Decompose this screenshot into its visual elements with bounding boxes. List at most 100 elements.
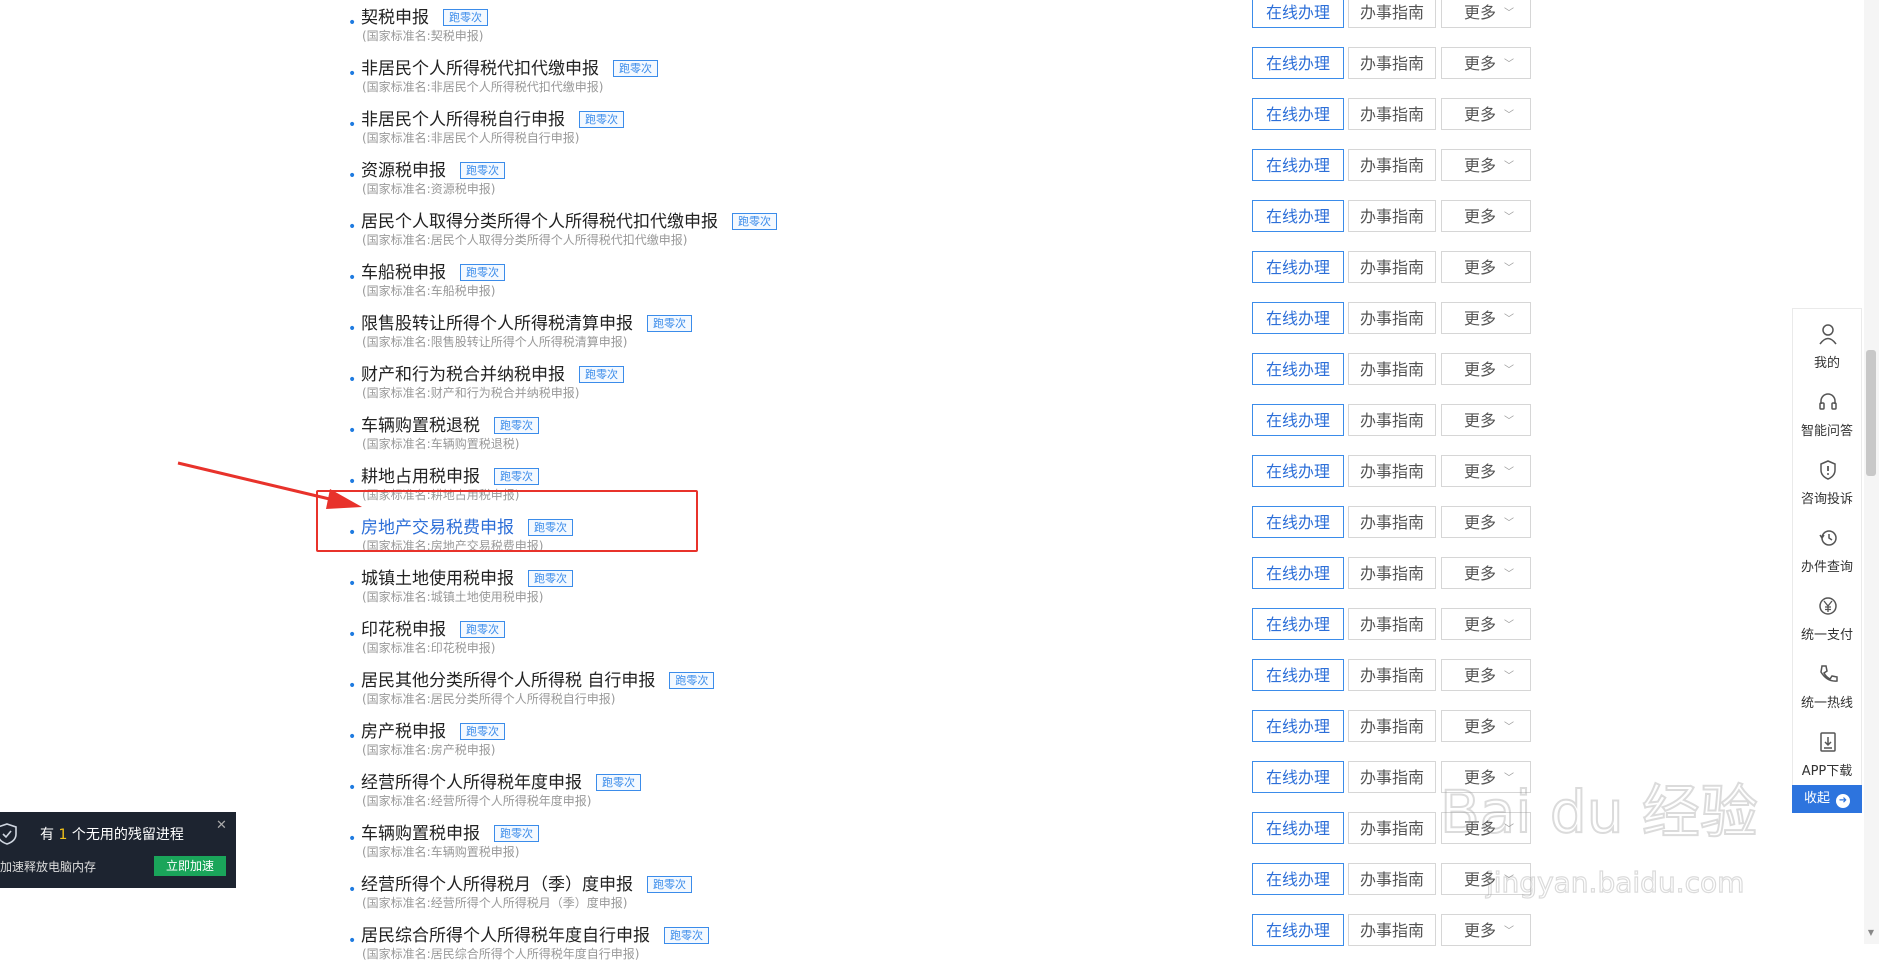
online-handle-button[interactable]: 在线办理 (1252, 557, 1344, 589)
chevron-down-icon: ﹀ (1504, 416, 1515, 427)
service-title[interactable]: 非居民个人所得税自行申报 跑零次 (361, 108, 624, 132)
user-icon (1819, 324, 1837, 345)
service-title[interactable]: 居民其他分类所得个人所得税 自行申报 跑零次 (361, 669, 715, 693)
guide-button[interactable]: 办事指南 (1348, 98, 1436, 130)
sidebar-item-hotline[interactable]: 统一热线 (1793, 657, 1861, 717)
service-title[interactable]: 契税申报 跑零次 (361, 6, 488, 30)
sidebar-item-app-download[interactable]: APP下载 (1793, 725, 1861, 785)
more-button[interactable]: 更多 ﹀ (1441, 557, 1531, 589)
bullet: • (348, 678, 357, 694)
guide-button[interactable]: 办事指南 (1348, 404, 1436, 436)
more-button[interactable]: 更多 ﹀ (1441, 455, 1531, 487)
guide-button[interactable]: 办事指南 (1348, 302, 1436, 334)
more-button[interactable]: 更多 ﹀ (1441, 251, 1531, 283)
more-button[interactable]: 更多 ﹀ (1441, 506, 1531, 538)
more-button[interactable]: 更多 ﹀ (1441, 0, 1531, 28)
guide-button[interactable]: 办事指南 (1348, 200, 1436, 232)
close-icon[interactable]: ✕ (216, 818, 227, 833)
standard-name: (国家标准名:资源税申报) (362, 182, 496, 196)
more-button[interactable]: 更多 ﹀ (1441, 302, 1531, 334)
service-title[interactable]: 经营所得个人所得税年度申报 跑零次 (361, 771, 641, 795)
guide-button[interactable]: 办事指南 (1348, 863, 1436, 895)
service-title[interactable]: 资源税申报 跑零次 (361, 159, 505, 183)
scroll-down-icon[interactable]: ▼ (1866, 928, 1876, 938)
guide-button[interactable]: 办事指南 (1348, 557, 1436, 589)
guide-button[interactable]: 办事指南 (1348, 659, 1436, 691)
zero-trip-badge: 跑零次 (647, 876, 692, 893)
service-title[interactable]: 经营所得个人所得税月（季）度申报 跑零次 (361, 873, 692, 897)
guide-button[interactable]: 办事指南 (1348, 812, 1436, 844)
boost-now-button[interactable]: 立即加速 (154, 856, 226, 876)
guide-button[interactable]: 办事指南 (1348, 506, 1436, 538)
list-item: • 资源税申报 跑零次 (国家标准名:资源税申报) 在线办理 办事指南 更多 ﹀ (0, 149, 1879, 212)
service-title[interactable]: 财产和行为税合并纳税申报 跑零次 (361, 363, 624, 387)
bullet: • (348, 780, 357, 796)
process-cleanup-popup: 有 1 个无用的残留进程 ✕ 加速释放电脑内存 立即加速 (0, 812, 236, 888)
chevron-down-icon: ﹀ (1504, 671, 1515, 682)
more-button[interactable]: 更多 ﹀ (1441, 47, 1531, 79)
guide-button[interactable]: 办事指南 (1348, 0, 1436, 28)
online-handle-button[interactable]: 在线办理 (1252, 608, 1344, 640)
standard-name: (国家标准名:印花税申报) (362, 641, 496, 655)
online-handle-button[interactable]: 在线办理 (1252, 353, 1344, 385)
service-title[interactable]: 车船税申报 跑零次 (361, 261, 505, 285)
service-title[interactable]: 限售股转让所得个人所得税清算申报 跑零次 (361, 312, 692, 336)
online-handle-button[interactable]: 在线办理 (1252, 404, 1344, 436)
chevron-down-icon: ﹀ (1504, 365, 1515, 376)
guide-button[interactable]: 办事指南 (1348, 710, 1436, 742)
online-handle-button[interactable]: 在线办理 (1252, 251, 1344, 283)
service-title[interactable]: 城镇土地使用税申报 跑零次 (361, 567, 573, 591)
online-handle-button[interactable]: 在线办理 (1252, 863, 1344, 895)
online-handle-button[interactable]: 在线办理 (1252, 149, 1344, 181)
guide-button[interactable]: 办事指南 (1348, 608, 1436, 640)
guide-button[interactable]: 办事指南 (1348, 353, 1436, 385)
online-handle-button[interactable]: 在线办理 (1252, 455, 1344, 487)
online-handle-button[interactable]: 在线办理 (1252, 761, 1344, 793)
more-button[interactable]: 更多 ﹀ (1441, 404, 1531, 436)
service-title[interactable]: 车辆购置税申报 跑零次 (361, 822, 539, 846)
sidebar-item-smart-qa[interactable]: 智能问答 (1793, 385, 1861, 445)
guide-button[interactable]: 办事指南 (1348, 914, 1436, 946)
guide-button[interactable]: 办事指南 (1348, 149, 1436, 181)
guide-button[interactable]: 办事指南 (1348, 455, 1436, 487)
sidebar-item-complaint[interactable]: 咨询投诉 (1793, 453, 1861, 513)
list-item: • 居民综合所得个人所得税年度自行申报 跑零次 (国家标准名:居民综合所得个人所得… (0, 914, 1879, 977)
service-title[interactable]: 车辆购置税退税 跑零次 (361, 414, 539, 438)
online-handle-button[interactable]: 在线办理 (1252, 659, 1344, 691)
sidebar-item-payment[interactable]: 统一支付 (1793, 589, 1861, 649)
online-handle-button[interactable]: 在线办理 (1252, 0, 1344, 28)
online-handle-button[interactable]: 在线办理 (1252, 98, 1344, 130)
more-button[interactable]: 更多 ﹀ (1441, 710, 1531, 742)
online-handle-button[interactable]: 在线办理 (1252, 506, 1344, 538)
online-handle-button[interactable]: 在线办理 (1252, 812, 1344, 844)
chevron-down-icon: ﹀ (1504, 620, 1515, 631)
service-title[interactable]: 居民综合所得个人所得税年度自行申报 跑零次 (361, 924, 709, 948)
more-button[interactable]: 更多 ﹀ (1441, 608, 1531, 640)
standard-name: (国家标准名:车辆购置税退税) (362, 437, 520, 451)
guide-button[interactable]: 办事指南 (1348, 761, 1436, 793)
list-item: • 居民个人取得分类所得个人所得税代扣代缴申报 跑零次 (国家标准名:居民个人取得… (0, 200, 1879, 263)
guide-button[interactable]: 办事指南 (1348, 47, 1436, 79)
more-button[interactable]: 更多 ﹀ (1441, 659, 1531, 691)
online-handle-button[interactable]: 在线办理 (1252, 914, 1344, 946)
annotation-highlight-box (316, 490, 698, 552)
guide-button[interactable]: 办事指南 (1348, 251, 1436, 283)
online-handle-button[interactable]: 在线办理 (1252, 302, 1344, 334)
online-handle-button[interactable]: 在线办理 (1252, 47, 1344, 79)
service-title[interactable]: 居民个人取得分类所得个人所得税代扣代缴申报 跑零次 (361, 210, 777, 234)
service-title[interactable]: 房产税申报 跑零次 (361, 720, 505, 744)
more-button[interactable]: 更多 ﹀ (1441, 149, 1531, 181)
more-button[interactable]: 更多 ﹀ (1441, 98, 1531, 130)
shield-check-icon (0, 823, 17, 845)
online-handle-button[interactable]: 在线办理 (1252, 200, 1344, 232)
service-title[interactable]: 印花税申报 跑零次 (361, 618, 505, 642)
service-title[interactable]: 耕地占用税申报 跑零次 (361, 465, 539, 489)
service-title[interactable]: 非居民个人所得税代扣代缴申报 跑零次 (361, 57, 658, 81)
sidebar-item-my[interactable]: 我的 (1793, 317, 1861, 377)
online-handle-button[interactable]: 在线办理 (1252, 710, 1344, 742)
collapse-button[interactable]: 收起 ➜ (1792, 785, 1862, 813)
more-button[interactable]: 更多 ﹀ (1441, 353, 1531, 385)
more-button[interactable]: 更多 ﹀ (1441, 200, 1531, 232)
scrollbar-thumb[interactable] (1866, 350, 1876, 476)
sidebar-item-query[interactable]: 办件查询 (1793, 521, 1861, 581)
